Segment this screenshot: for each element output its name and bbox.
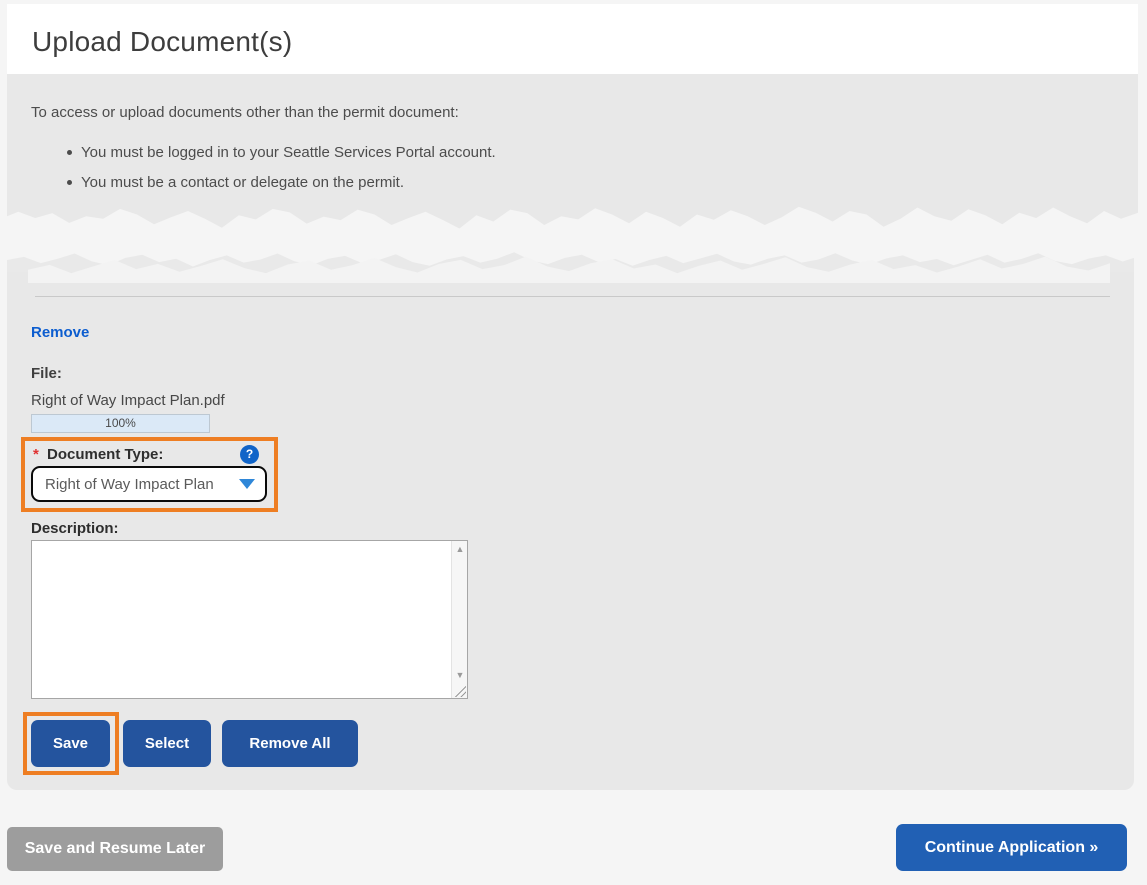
required-asterisk: * bbox=[33, 446, 39, 463]
bullet-icon bbox=[67, 150, 72, 155]
upload-form-panel bbox=[7, 272, 1134, 790]
file-label: File: bbox=[31, 365, 62, 382]
document-type-select[interactable]: Right of Way Impact Plan bbox=[31, 466, 267, 502]
instructions-intro: To access or upload documents other than… bbox=[31, 104, 459, 121]
scrollbar[interactable]: ▲ ▼ bbox=[451, 541, 467, 698]
remove-all-button[interactable]: Remove All bbox=[222, 720, 358, 767]
instruction-bullet-text: You must be a contact or delegate on the… bbox=[81, 174, 404, 191]
torn-edge-top bbox=[7, 197, 1138, 232]
scroll-up-icon[interactable]: ▲ bbox=[452, 544, 468, 554]
bullet-icon bbox=[67, 180, 72, 185]
scroll-down-icon[interactable]: ▼ bbox=[452, 670, 468, 680]
instruction-bullet-text: You must be logged in to your Seattle Se… bbox=[81, 144, 496, 161]
instruction-bullet-item: You must be a contact or delegate on the… bbox=[81, 174, 404, 191]
description-textarea[interactable]: ▲ ▼ bbox=[31, 540, 468, 699]
upload-progress-bar: 100% bbox=[31, 414, 210, 433]
save-and-resume-later-button[interactable]: Save and Resume Later bbox=[7, 827, 223, 871]
description-label: Description: bbox=[31, 520, 119, 537]
page-title: Upload Document(s) bbox=[32, 26, 292, 58]
select-button[interactable]: Select bbox=[123, 720, 211, 767]
help-icon[interactable]: ? bbox=[240, 445, 259, 464]
dropdown-arrow-icon bbox=[239, 479, 255, 489]
document-type-selected-value: Right of Way Impact Plan bbox=[45, 476, 233, 493]
save-button[interactable]: Save bbox=[31, 720, 110, 767]
file-name: Right of Way Impact Plan.pdf bbox=[31, 392, 225, 409]
continue-application-button[interactable]: Continue Application » bbox=[896, 824, 1127, 871]
remove-link[interactable]: Remove bbox=[31, 324, 89, 341]
document-type-label: Document Type: bbox=[47, 446, 163, 463]
upload-progress-value: 100% bbox=[105, 416, 136, 430]
instruction-bullet-item: You must be logged in to your Seattle Se… bbox=[81, 144, 496, 161]
divider bbox=[35, 296, 1110, 297]
page-header: Upload Document(s) bbox=[7, 4, 1138, 74]
